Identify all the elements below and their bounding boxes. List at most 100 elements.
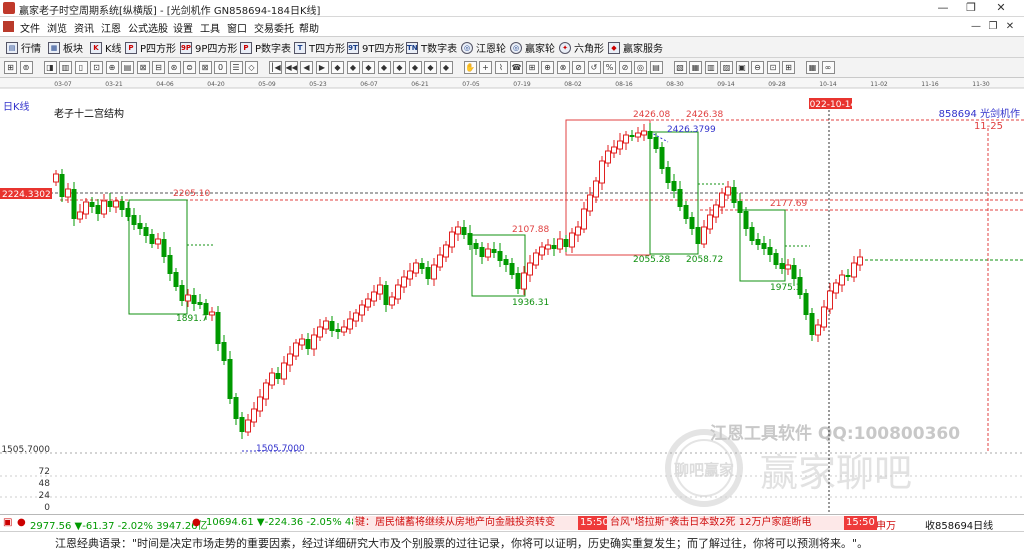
tool-icon-44[interactable]: ▨: [720, 61, 733, 74]
toolbar-kline[interactable]: K K线: [90, 40, 122, 55]
tool-icon-22[interactable]: ◆: [362, 61, 375, 74]
tool-icon-26[interactable]: ◆: [424, 61, 437, 74]
tool-icon-2[interactable]: ◨: [43, 61, 57, 74]
toolbar-quotes[interactable]: ▤ 行情: [6, 40, 41, 55]
toolbar-t-table[interactable]: TN T数字表: [406, 40, 457, 55]
tool-icon-1[interactable]: ⊚: [19, 61, 33, 74]
tool-icon-27[interactable]: ◆: [439, 61, 453, 74]
tool-icon-49[interactable]: ▦: [806, 61, 819, 74]
toolbar-sectors[interactable]: ▦ 板块: [48, 40, 83, 55]
tool-icon-42[interactable]: ▦: [689, 61, 702, 74]
menu-tools[interactable]: 工具: [200, 20, 220, 35]
menu-file[interactable]: 文件: [20, 20, 40, 35]
tool-icon-17[interactable]: ◀◀: [284, 61, 298, 74]
menu-info[interactable]: 资讯: [74, 20, 94, 35]
tool-icon-29[interactable]: +: [479, 61, 492, 74]
toolbar-service[interactable]: ◆ 赢家服务: [608, 40, 663, 55]
tool-icon-10[interactable]: ⊛: [167, 61, 181, 74]
candle-body-up: [407, 270, 413, 280]
tool-icon-41[interactable]: ▧: [673, 61, 687, 74]
date-axis: 03-07 03-21 04-06 04-20 05-09 05-23 06-07 06-21…: [0, 78, 1024, 89]
toolbar-9t-square[interactable]: 9T 9T四方形: [347, 40, 404, 55]
toolbar-p-table[interactable]: P P数字表: [240, 40, 291, 55]
tool-icon-23[interactable]: ◆: [377, 61, 391, 74]
news-headline-1[interactable]: 键：居民储蓄将继续从房地产向金融投资转变: [353, 516, 578, 530]
tool-icon-47[interactable]: ⊡: [766, 61, 780, 74]
kline-chart-panel[interactable]: 03-07 03-21 04-06 04-20 05-09 05-23 06-07 06-21…: [0, 78, 1024, 514]
menu-formula[interactable]: 公式选股: [128, 20, 168, 35]
tool-icon-50[interactable]: ∞: [821, 61, 835, 74]
index1-quote[interactable]: 2977.56 ▼-61.37 -2.02% 3947.26亿: [30, 517, 208, 532]
child-minimize-button[interactable]: —: [968, 19, 984, 35]
tool-icon-30[interactable]: ⌇: [494, 61, 508, 74]
toolbar-hexagon[interactable]: ✦ 六角形: [559, 40, 604, 55]
tool-icon-6[interactable]: ⊕: [105, 61, 119, 74]
news-headline-2[interactable]: 台风"塔拉斯"袭击日本致2死 12万户家庭断电: [607, 516, 844, 530]
minimize-button[interactable]: —: [928, 0, 958, 17]
maximize-button[interactable]: ❐: [956, 0, 986, 17]
tool-icon-43[interactable]: ▥: [704, 61, 718, 74]
tool-icon-5[interactable]: ⊡: [90, 61, 103, 74]
tool-icon-11[interactable]: ⊜: [183, 61, 196, 74]
toolbar-t-square[interactable]: T T四方形: [294, 40, 345, 55]
tool-icon-0[interactable]: ⊞: [4, 61, 17, 74]
tool-icon-31[interactable]: ☎: [510, 61, 523, 74]
index2-quote[interactable]: 10694.61 ▼-224.36 -2.05% 4863.: [206, 517, 374, 528]
close-button[interactable]: ✕: [986, 0, 1016, 17]
tool-icon-8[interactable]: ⊠: [136, 61, 150, 74]
candle-body-up: [113, 200, 119, 208]
tool-icon-28[interactable]: ✋: [463, 61, 477, 74]
tool-icon-32[interactable]: ⊞: [525, 61, 539, 74]
candle-body-up: [623, 134, 629, 144]
tool-icon-13[interactable]: 0: [214, 61, 227, 74]
tool-icon-14[interactable]: ☰: [229, 61, 243, 74]
toolbar-gann-wheel[interactable]: ◎ 江恩轮: [461, 40, 506, 55]
tool-icon-36[interactable]: ↺: [587, 61, 601, 74]
tool-icon-48[interactable]: ⊞: [782, 61, 795, 74]
tool-icon-37[interactable]: %: [603, 61, 616, 74]
tool-icon-24[interactable]: ◆: [393, 61, 406, 74]
toolbar-winner-wheel[interactable]: ◎ 赢家轮: [510, 40, 555, 55]
tool-icon-20[interactable]: ◆: [331, 61, 344, 74]
tool-icon-12[interactable]: ⊠: [198, 61, 212, 74]
candle-body-down: [71, 189, 77, 219]
date-tick-label: 06-21: [411, 81, 429, 88]
candle-body-up: [617, 140, 623, 150]
tool-icon-15[interactable]: ◇: [245, 61, 258, 74]
tool-icon-4[interactable]: ▯: [74, 61, 88, 74]
menu-help[interactable]: 帮助: [299, 20, 319, 35]
tool-icon-16[interactable]: ⎮◀: [269, 61, 282, 74]
kline-chart[interactable]: 03-07 03-21 04-06 04-20 05-09 05-23 06-07 06-21…: [0, 78, 1024, 514]
menu-browse[interactable]: 浏览: [47, 20, 67, 35]
quote-bar: 江恩经典语录："时间是决定市场走势的重要因素，经过详细研究大市及个别股票的过往记…: [0, 531, 1024, 551]
tool-icon-9[interactable]: ⊟: [152, 61, 165, 74]
candle-body-down: [629, 135, 635, 137]
tool-icon-3[interactable]: ▥: [59, 61, 72, 74]
toolbar-9p-square[interactable]: 9P 9P四方形: [180, 40, 237, 55]
child-restore-button[interactable]: ❐: [985, 19, 1001, 35]
menu-window[interactable]: 窗口: [227, 20, 247, 35]
tool-icon-7[interactable]: ▤: [121, 61, 134, 74]
tool-icon-33[interactable]: ⊕: [541, 61, 554, 74]
child-close-button[interactable]: ✕: [1002, 19, 1018, 35]
tool-icon-25[interactable]: ◆: [408, 61, 422, 74]
tool-icon-39[interactable]: ◎: [634, 61, 647, 74]
tool-icon-18[interactable]: ◀: [300, 61, 313, 74]
tool-icon-35[interactable]: ⊘: [572, 61, 585, 74]
tool-icon-19[interactable]: ▶: [315, 61, 329, 74]
menu-trade[interactable]: 交易委托: [254, 20, 294, 35]
menu-settings[interactable]: 设置: [173, 20, 193, 35]
date-tick-label: 11-16: [921, 81, 939, 88]
price-annotation: 1891.7: [176, 314, 208, 324]
tool-icon-21[interactable]: ◆: [346, 61, 360, 74]
tool-icon-40[interactable]: ▤: [649, 61, 663, 74]
tool-icon-46[interactable]: ⊖: [751, 61, 764, 74]
tool-icon-34[interactable]: ⊗: [556, 61, 570, 74]
tool-icon-38[interactable]: ⊘: [618, 61, 632, 74]
drawing-toolbar: ⊞ ⊚ ◨ ▥ ▯ ⊡ ⊕ ▤ ⊠ ⊟ ⊛ ⊜ ⊠ 0 ☰ ◇ ⎮◀ ◀◀ ◀ ▶ ◆ ◆ ◆ ◆ ◆ ◆ ◆ ◆ ✋ + ⌇ ☎ ⊞ ⊕ ⊗ ⊘ ↺%…: [0, 58, 1024, 78]
tool-icon-45[interactable]: ▣: [735, 61, 749, 74]
toolbar-p-square[interactable]: P P四方形: [125, 40, 176, 55]
menu-gann[interactable]: 江恩: [101, 20, 121, 35]
candle-body-down: [467, 233, 473, 245]
toolbar-label: 行情: [21, 44, 41, 55]
